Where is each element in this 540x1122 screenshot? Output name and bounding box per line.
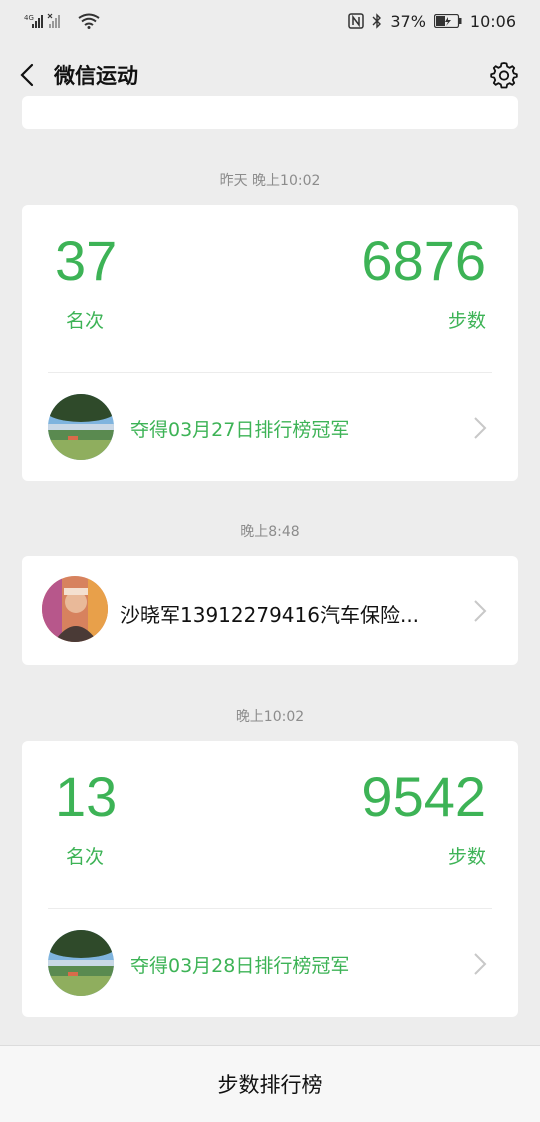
ranking-card[interactable]: 37 6876 名次 步数 夺得03月27日排行榜冠军: [22, 205, 518, 481]
back-arrow-icon: [20, 63, 34, 87]
gear-icon: [490, 62, 518, 89]
chevron-right-icon: [474, 953, 487, 975]
wifi-icon: [78, 13, 100, 29]
champion-row[interactable]: 夺得03月27日排行榜冠军: [22, 373, 518, 481]
ranking-card[interactable]: 13 9542 名次 步数 夺得03月28日排行榜冠军: [22, 741, 518, 1017]
rank-label: 名次: [66, 846, 105, 868]
svg-text:4G: 4G: [24, 14, 34, 22]
previous-card: [22, 96, 518, 129]
settings-button[interactable]: [488, 58, 520, 92]
bottom-bar-label: 步数排行榜: [217, 1073, 323, 1097]
nfc-icon: [348, 13, 365, 29]
message-card[interactable]: 沙晓军13912279416汽车保险...: [22, 556, 518, 665]
bluetooth-icon: [372, 13, 382, 29]
chevron-right-icon: [474, 417, 487, 439]
timestamp: 晚上10:02: [235, 709, 305, 725]
message-text: 沙晓军13912279416汽车保险...: [120, 603, 420, 627]
chevron-right-icon: [474, 600, 487, 622]
steps-label: 步数: [447, 310, 486, 332]
steps-value: 6876: [361, 229, 486, 292]
timestamp: 晚上8:48: [240, 524, 300, 540]
page-title: 微信运动: [54, 64, 138, 88]
rank-value: 13: [55, 765, 118, 828]
avatar: [42, 576, 108, 642]
clock-time: 10:06: [469, 11, 516, 31]
battery-icon: [433, 14, 462, 28]
battery-text: 37%: [390, 11, 426, 31]
rank-label: 名次: [66, 310, 105, 332]
champion-text: 夺得03月28日排行榜冠军: [130, 955, 350, 977]
avatar: [48, 930, 114, 996]
steps-leaderboard-button[interactable]: 步数排行榜: [0, 1045, 540, 1122]
steps-label: 步数: [447, 846, 486, 868]
signal-icon: 4G: [24, 13, 70, 29]
steps-value: 9542: [361, 765, 486, 828]
rank-value: 37: [55, 229, 118, 292]
status-bar: 4G 37% 10:06: [0, 0, 540, 42]
champion-row[interactable]: 夺得03月28日排行榜冠军: [22, 909, 518, 1017]
champion-text: 夺得03月27日排行榜冠军: [130, 419, 350, 441]
timestamp: 昨天 晚上10:02: [219, 173, 321, 189]
avatar: [48, 394, 114, 460]
